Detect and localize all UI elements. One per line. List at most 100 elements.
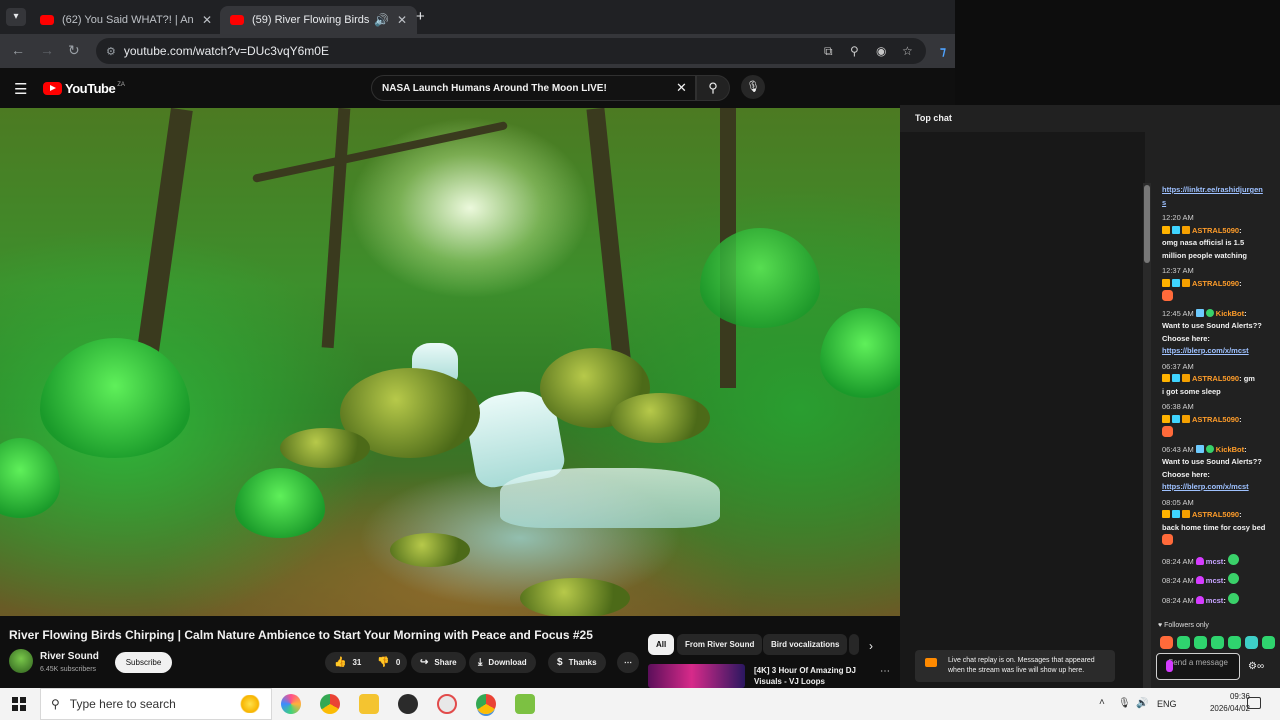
audio-playing-icon[interactable]: 🔊 xyxy=(374,13,389,27)
chat-message-line[interactable]: https://linktr.ee/rashidjurgen xyxy=(1162,184,1277,197)
download-icon: ⤓ xyxy=(478,657,483,668)
chat-message-line xyxy=(1162,290,1277,305)
channel-avatar[interactable] xyxy=(9,649,33,673)
hamburger-menu-icon[interactable]: ☰ xyxy=(14,80,27,98)
fern-leaf xyxy=(820,308,900,398)
tab-search-button[interactable]: ▾ xyxy=(6,8,26,26)
chat-timestamp: 06:43 AM xyxy=(1162,444,1194,454)
chip-bird-vocalizations[interactable]: Bird vocalizations xyxy=(763,634,848,655)
chat-username[interactable]: KickBot xyxy=(1216,445,1244,454)
back-icon[interactable]: ← xyxy=(11,42,25,58)
chevron-right-icon[interactable]: › xyxy=(869,639,873,653)
address-bar[interactable]: ⚙ youtube.com/watch?v=DUc3vqY6m0E xyxy=(96,38,926,64)
emote-icon[interactable] xyxy=(1160,636,1173,649)
emote-icon[interactable] xyxy=(1211,636,1224,649)
notification-icon[interactable] xyxy=(1247,697,1261,709)
chat-timestamp: 06:38 AM xyxy=(1162,402,1194,411)
windows-start-icon[interactable] xyxy=(12,697,26,711)
obs-icon[interactable] xyxy=(398,694,418,714)
like-count[interactable]: 31 xyxy=(352,658,361,667)
bot-badge-icon xyxy=(1195,444,1204,453)
chat-header-top-chat[interactable]: Top chat xyxy=(915,113,952,123)
taskbar-search-input[interactable]: ⚲ Type here to search xyxy=(40,688,272,720)
emote-icon[interactable] xyxy=(1228,636,1241,649)
chevron-up-icon[interactable]: ˄ xyxy=(1099,697,1105,708)
copilot-icon[interactable] xyxy=(281,694,301,714)
new-tab-button[interactable]: + xyxy=(416,8,425,25)
reload-icon[interactable]: ↻ xyxy=(68,42,80,59)
chat-replay-notice: Live chat replay is on. Messages that ap… xyxy=(915,650,1115,682)
close-tab-icon[interactable]: ✕ xyxy=(397,13,407,27)
youtube-favicon-icon xyxy=(40,15,54,25)
fern-leaf xyxy=(0,438,60,518)
chat-username[interactable]: KickBot xyxy=(1216,309,1244,318)
chrome-icon[interactable] xyxy=(320,694,340,714)
more-actions-button[interactable]: ⋯ xyxy=(617,652,639,673)
download-button[interactable]: ⤓ Download xyxy=(469,652,536,673)
thanks-button[interactable]: $ Thanks xyxy=(548,652,606,673)
emote-icon[interactable] xyxy=(1245,636,1258,649)
snipping-tool-icon[interactable] xyxy=(437,694,457,714)
mossy-rock xyxy=(520,578,630,616)
voice-search-button[interactable]: 🎙 xyxy=(741,75,765,99)
more-vertical-icon[interactable]: ⋯ xyxy=(880,666,890,677)
chat-username[interactable]: ASTRAL5090 xyxy=(1192,415,1239,424)
dislike-icon[interactable]: 👎 xyxy=(377,657,389,668)
language-indicator[interactable]: ENG xyxy=(1157,699,1177,709)
forward-icon[interactable]: → xyxy=(40,42,54,58)
dislike-count[interactable]: 0 xyxy=(396,658,400,667)
install-app-icon[interactable]: ⧉ xyxy=(824,44,833,59)
chat-message-line: Want to use Sound Alerts?? xyxy=(1162,321,1262,330)
zoom-icon[interactable]: ⚲ xyxy=(850,44,859,58)
chat-message-line[interactable]: https://blerp.com/x/mcst xyxy=(1162,345,1277,358)
chat-username[interactable]: mcst xyxy=(1206,576,1224,585)
chat-username[interactable]: ASTRAL5090 xyxy=(1192,510,1239,519)
tab-title: (62) You Said WHAT?! | Anderson xyxy=(62,14,194,26)
clear-search-icon[interactable]: ✕ xyxy=(676,80,687,96)
share-button[interactable]: ↪ Share xyxy=(411,652,466,673)
channel-name[interactable]: River Sound xyxy=(40,651,99,662)
emote-icon[interactable] xyxy=(1194,636,1207,649)
chat-username[interactable]: mcst xyxy=(1206,596,1224,605)
chat-message-line: 08:05 AM xyxy=(1162,497,1277,510)
chat-username[interactable]: ASTRAL5090 xyxy=(1192,279,1239,288)
clock[interactable]: 09:36 2026/04/02 xyxy=(1196,691,1250,715)
chat-settings-icon[interactable]: ⚙∞ xyxy=(1248,661,1264,672)
microphone-icon[interactable] xyxy=(1166,660,1173,672)
emote-icon[interactable] xyxy=(1262,636,1275,649)
subscriber-badge-icon xyxy=(1172,225,1180,234)
close-tab-icon[interactable]: ✕ xyxy=(202,13,212,27)
chrome-active-icon[interactable] xyxy=(476,694,496,714)
scrollbar-thumb[interactable] xyxy=(1144,185,1150,263)
youtube-logo[interactable]: YouTube ZA xyxy=(43,81,125,96)
bookmark-star-icon[interactable]: ☆ xyxy=(902,44,913,58)
subscriber-badge-icon xyxy=(1172,414,1180,423)
tracking-protection-icon[interactable]: ◉ xyxy=(876,44,886,58)
crown-badge-icon xyxy=(1162,510,1170,518)
chat-scrollbar[interactable] xyxy=(1143,183,1151,688)
browser-tab-2[interactable]: (59) River Flowing Birds Chirping 🔊 ✕ xyxy=(220,6,418,34)
chat-message-line[interactable]: s xyxy=(1162,197,1277,210)
extension-icon[interactable]: ⁊ xyxy=(940,44,946,58)
chip-all[interactable]: All xyxy=(648,634,675,655)
like-icon[interactable]: 👍 xyxy=(334,657,346,668)
chat-username[interactable]: mcst xyxy=(1206,557,1224,566)
chip-from-channel[interactable]: From River Sound xyxy=(677,634,763,655)
browser-tab-1[interactable]: (62) You Said WHAT?! | Anderson ✕ xyxy=(30,6,222,34)
search-input[interactable]: NASA Launch Humans Around The Moon LIVE! xyxy=(371,75,696,101)
emote-icon[interactable] xyxy=(1177,636,1190,649)
file-explorer-icon[interactable] xyxy=(359,694,379,714)
search-button[interactable]: ⚲ xyxy=(696,75,730,101)
volume-icon[interactable]: 🔊 xyxy=(1136,698,1148,709)
recommendation-title[interactable]: [4K] 3 Hour Of Amazing DJ Visuals - VJ L… xyxy=(754,665,866,687)
chat-username[interactable]: ASTRAL5090 xyxy=(1192,226,1239,235)
site-info-icon[interactable]: ⚙ xyxy=(106,45,116,58)
chip-partial[interactable] xyxy=(849,634,859,655)
subscribe-button[interactable]: Subscribe xyxy=(115,652,172,673)
video-player[interactable] xyxy=(0,108,900,616)
chat-username[interactable]: ASTRAL5090 xyxy=(1192,374,1239,383)
microphone-icon[interactable]: 🎙 xyxy=(1118,698,1131,709)
chat-message-line[interactable]: https://blerp.com/x/mcst xyxy=(1162,481,1277,494)
minecraft-icon[interactable] xyxy=(515,694,535,714)
recommendation-thumbnail[interactable] xyxy=(648,664,745,688)
